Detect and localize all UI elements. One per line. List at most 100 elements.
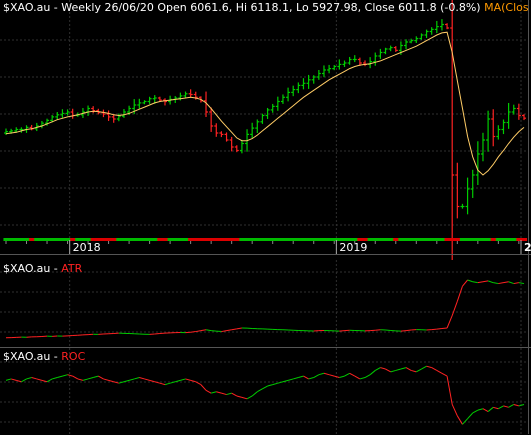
trend-bar-segment [162,238,169,241]
trend-bar-segment [8,238,15,241]
trend-bar-segment [29,238,35,241]
trend-bar-segment [100,238,107,241]
trend-bar-segment [439,238,446,241]
trend-bar-segment [413,238,420,241]
trend-bar-segment [393,238,399,241]
price-chart[interactable]: 2018 2019 2020 [0,0,531,260]
trend-bar-segment [213,238,220,241]
trend-bar-segment [116,238,122,241]
trend-bar-segment [321,238,328,241]
trend-bar-segment [500,238,507,241]
trend-bar-segment [418,238,425,241]
x-tick-label: 2018 [73,241,101,254]
x-tick-label: 2019 [339,241,367,254]
trend-bar-segment [367,238,374,241]
trend-bar-segment [490,238,497,241]
trend-bar-segment [13,238,20,241]
trend-bar-segment [106,238,112,241]
trend-bar-segment [495,238,502,241]
trend-bar-segment [316,238,322,241]
trend-bar-segment [444,238,451,241]
trend-bar-segment [54,238,61,241]
trend-bar-segment [188,238,194,241]
trend-bar-segment [475,238,481,241]
trend-bar-segment [172,238,179,241]
atr-line-segment [154,333,160,335]
trend-bar-segment [506,238,512,241]
atr-line-segment [405,329,412,332]
trend-bar-segment [167,238,174,241]
trend-bar-segment [141,238,148,241]
trend-bar-segment [147,238,153,241]
trend-bar-segment [377,238,384,241]
trend-bar-segment [470,238,476,241]
trend-bar-segment [398,238,404,241]
atr-symbol: $XAO.au [3,262,51,275]
trend-bar-segment [23,238,30,241]
trend-bar-segment [177,238,184,241]
atr-line-segment [436,327,443,330]
trend-bar-segment [111,238,117,241]
trend-bar-segment [270,238,276,241]
atr-sep: - [50,262,62,275]
trend-bar-segment [511,238,517,241]
trend-bar-segment [454,238,461,241]
trend-bar-segment [59,238,66,241]
trend-bar-segment [229,238,235,241]
trend-bar-segment [3,238,10,241]
trend-bar-segment [249,238,256,241]
trend-bar-segment [434,238,440,241]
trend-bar-segment [49,238,56,241]
trend-bar-segment [423,238,430,241]
trend-bar-segment [403,238,410,241]
trend-bar-segment [280,238,287,241]
trend-bar-segment [408,238,415,241]
trend-bar-segment [157,238,163,241]
header-text: $XAO.au - Weekly 26/06/20 Open 6061.6, H… [3,1,481,14]
trend-bar-segment [449,238,456,241]
trend-bar-segment [182,238,189,241]
trend-bar-segment [265,238,271,241]
trend-bar-segment [300,238,307,241]
chart-header: $XAO.au - Weekly 26/06/20 Open 6061.6, H… [3,1,529,14]
trend-bar-segment [121,238,128,241]
trend-bar-segment [465,238,471,241]
trend-bar-segment [136,238,143,241]
trend-bar-segment [193,238,199,241]
trend-bar-segment [208,238,215,241]
atr-line-segment [385,329,391,331]
panel-background [0,0,531,260]
trend-bar-segment [259,238,266,241]
atr-panel-label: $XAO.au - ATR [3,262,82,275]
roc-panel-label: $XAO.au - ROC [3,350,85,363]
trend-bar-segment [198,238,204,241]
trend-bar-segment [152,238,158,241]
atr-line-segment [431,328,437,331]
roc-sep: - [50,350,62,363]
roc-indicator: ROC [61,350,86,363]
trend-bar-segment [239,238,245,241]
trend-bar-segment [18,238,25,241]
trend-bar-segment [244,238,251,241]
trend-bar-segment [223,238,230,241]
trend-bar-segment [382,238,389,241]
chart-window: 2018 2019 2020 $XAO.au - Weekly 26/06/20 O… [0,0,531,435]
trend-bar-segment [234,238,240,241]
trend-bar-segment [326,238,333,241]
trend-bar-segment [459,238,466,241]
trend-bar-segment [218,238,225,241]
atr-line-segment [190,331,196,333]
ma-label: MA(Clos [484,1,529,14]
trend-bar-segment [275,238,281,241]
trend-bar-segment [480,238,487,241]
trend-bar-segment [34,238,40,241]
trend-bar-segment [429,238,435,241]
trend-bar-segment [485,238,492,241]
trend-bar-segment [285,238,292,241]
trend-bar-segment [290,238,297,241]
trend-bar-segment [372,238,379,241]
trend-bar-segment [39,238,45,241]
trend-bar-segment [44,238,51,241]
trend-bar-segment [254,238,261,241]
atr-indicator: ATR [61,262,83,275]
